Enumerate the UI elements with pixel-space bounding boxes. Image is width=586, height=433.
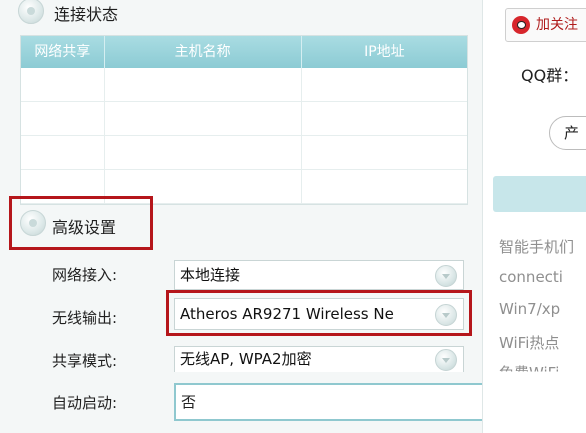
column-header-network-share: 网络共享 — [21, 36, 105, 68]
promo-text-line: connecti — [499, 268, 563, 286]
network-access-select[interactable]: 本地连接 — [174, 260, 464, 290]
chevron-down-icon[interactable] — [435, 265, 457, 287]
connection-status-title: 连接状态 — [54, 5, 119, 24]
network-access-label: 网络接入: — [52, 266, 118, 284]
download-banner[interactable] — [493, 176, 586, 212]
promo-text-line: 智能手机们 — [499, 238, 575, 256]
weibo-icon — [512, 16, 530, 34]
section-bullet-icon — [18, 0, 44, 24]
promo-text-line: Win7/xp — [499, 300, 561, 318]
table-row — [21, 102, 467, 136]
right-sidebar: 加关注 QQ群： 产 智能手机们 connecti Win7/xp WiFi热点… — [482, 0, 586, 433]
table-row — [21, 136, 467, 170]
wireless-output-select[interactable]: Atheros AR9271 Wireless Ne — [174, 298, 464, 330]
share-mode-label: 共享模式: — [52, 352, 118, 370]
column-header-ip-address: IP地址 — [364, 44, 405, 60]
table-cell — [21, 68, 105, 101]
advanced-settings-title[interactable]: 高级设置 — [52, 214, 116, 238]
advanced-settings-toggle-icon[interactable] — [20, 210, 46, 236]
weibo-follow-label: 加关注 — [536, 17, 578, 33]
share-mode-select[interactable]: 无线AP, WPA2加密 — [174, 346, 464, 372]
chevron-down-icon[interactable] — [435, 304, 457, 326]
weibo-follow-button[interactable]: 加关注 — [505, 8, 586, 42]
left-panel: 连接状态 网络共享 主机名称 IP地址 高级设置 网络接入: 本地连接 无线输出… — [0, 0, 482, 433]
wireless-output-label: 无线输出: — [52, 309, 118, 327]
table-header: 网络共享 主机名称 IP地址 — [21, 36, 467, 68]
table-cell — [302, 68, 467, 101]
table-cell — [21, 136, 105, 169]
column-header-host-name: 主机名称 — [105, 36, 302, 68]
table-body — [21, 68, 467, 204]
table-cell — [105, 102, 302, 135]
promo-text-line: 免费WiFi — [499, 364, 560, 382]
auto-start-value: 否 — [181, 393, 197, 411]
chevron-down-icon[interactable] — [435, 349, 457, 371]
table-cell — [105, 68, 302, 101]
table-cell — [302, 170, 467, 203]
qq-group-label: QQ群： — [521, 66, 579, 85]
product-button[interactable]: 产 — [549, 116, 586, 150]
promo-text-line: WiFi热点 — [499, 334, 560, 352]
network-access-value: 本地连接 — [180, 266, 241, 284]
table-cell — [21, 102, 105, 135]
table-cell — [302, 102, 467, 135]
table-cell — [105, 136, 302, 169]
product-button-label: 产 — [564, 124, 580, 142]
auto-start-label: 自动启动: — [52, 394, 118, 412]
wireless-output-value: Atheros AR9271 Wireless Ne — [180, 305, 394, 323]
share-mode-value: 无线AP, WPA2加密 — [180, 350, 312, 368]
table-cell — [302, 136, 467, 169]
connection-table: 网络共享 主机名称 IP地址 — [20, 35, 468, 205]
table-row — [21, 68, 467, 102]
